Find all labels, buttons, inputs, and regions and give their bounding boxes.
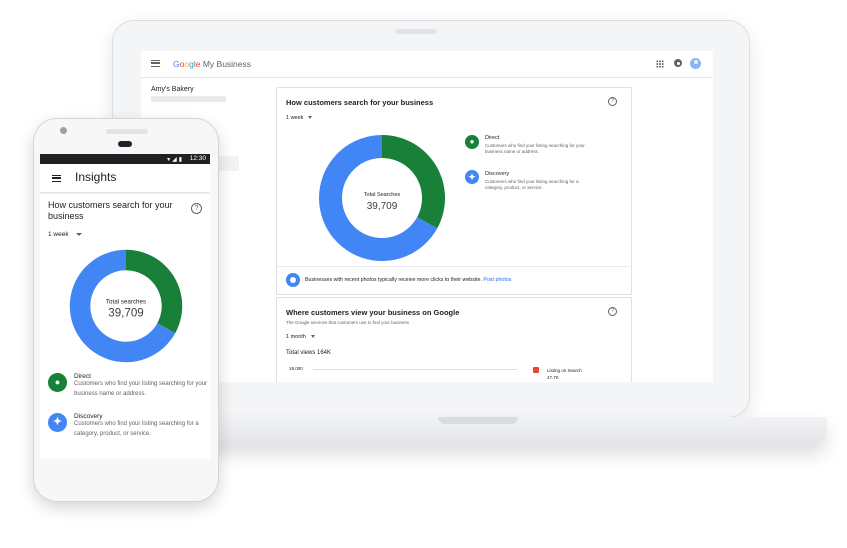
chevron-down-icon <box>310 335 315 339</box>
business-name: Amy's Bakery <box>151 86 194 93</box>
help-icon[interactable]: ? <box>608 97 617 106</box>
discover-icon: ✦ <box>465 170 479 184</box>
help-icon[interactable]: ? <box>191 203 202 214</box>
y-axis-tick: 18,000 <box>289 366 303 371</box>
card-subtitle: The Google services that customers use t… <box>286 320 410 325</box>
card-title: Where customers view your business on Go… <box>286 308 460 317</box>
phone-earpiece <box>118 141 132 147</box>
range-select[interactable]: 1 week <box>48 231 82 238</box>
phone-camera <box>60 127 67 134</box>
laptop-camera <box>395 29 437 34</box>
signal-wifi-battery-icons: ▾◢▮ <box>167 156 184 163</box>
laptop-base-notch <box>438 417 518 424</box>
search-donut-chart: Total Searches 39,709 <box>319 135 445 261</box>
range-value: 1 week <box>286 115 304 121</box>
donut-center-value: 39,709 <box>367 201 398 212</box>
phone-speaker <box>106 129 148 134</box>
gridline <box>313 369 517 370</box>
apps-icon[interactable] <box>656 60 664 68</box>
photo-tip: Businesses with recent photos typically … <box>305 277 511 283</box>
donut-center-label: Total searches <box>106 298 146 305</box>
menu-icon[interactable] <box>52 175 61 182</box>
series-checkbox[interactable] <box>533 367 539 373</box>
range-value: 1 week <box>48 231 69 238</box>
mobile-screen: ▾◢▮ 12:30 Insights How customers search … <box>40 154 210 459</box>
desktop-screen: Google My Business Amy's Bakery How cust… <box>141 51 713 382</box>
range-value: 1 month <box>286 334 306 340</box>
google-my-business-logo[interactable]: Google My Business <box>173 59 251 69</box>
legend-desc-direct: Customers who find your listing searchin… <box>485 143 585 154</box>
legend-title-discovery: Discovery <box>485 171 510 177</box>
legend-title-direct: Direct <box>485 135 500 141</box>
photo-tip-text: Businesses with recent photos typically … <box>305 277 482 283</box>
chevron-down-icon <box>75 232 82 236</box>
legend-desc-discovery: Customers who find your listing searchin… <box>74 421 199 437</box>
top-app-bar: Google My Business <box>141 51 713 78</box>
legend-title-direct: Direct <box>74 373 91 380</box>
location-pin-icon: ● <box>465 135 479 149</box>
menu-icon[interactable] <box>151 60 160 67</box>
app-title: Insights <box>75 170 117 184</box>
help-icon[interactable]: ? <box>608 307 617 316</box>
legend-desc-discovery: Customers who find your listing searchin… <box>485 179 579 190</box>
search-insights-card: How customers search for your business ?… <box>276 87 632 295</box>
legend-label: Listing on Search <box>547 368 582 373</box>
mobile-donut-chart: Total searches 39,709 <box>69 249 183 363</box>
range-select[interactable]: 1 week <box>286 115 313 121</box>
camera-icon <box>286 273 300 287</box>
chevron-down-icon <box>308 116 313 120</box>
donut-center-value: 39,709 <box>108 307 143 320</box>
account-avatar[interactable] <box>690 58 701 69</box>
mobile-app-bar: Insights <box>40 164 210 193</box>
card-title: How customers search for your business <box>48 200 173 221</box>
discover-icon: ✦ <box>48 413 67 432</box>
legend-desc-direct: Customers who find your listing searchin… <box>74 381 208 397</box>
donut-slice-direct <box>382 135 445 229</box>
status-time: 12:30 <box>189 155 206 162</box>
photo-tip-bar: Businesses with recent photos typically … <box>276 266 630 293</box>
views-insights-card: Where customers view your business on Go… <box>276 297 632 382</box>
range-select[interactable]: 1 month <box>286 334 315 340</box>
donut-center-label: Total Searches <box>364 192 401 198</box>
location-pin-icon: ● <box>48 373 67 392</box>
total-views: Total views 164K <box>286 350 332 356</box>
legend-title-discovery: Discovery <box>74 413 103 420</box>
card-title: How customers search for your business <box>286 98 434 107</box>
legend-value: 47.7K <box>547 375 559 380</box>
product-name: My Business <box>202 59 252 69</box>
business-address-placeholder <box>151 96 226 102</box>
notifications-icon[interactable] <box>674 59 682 67</box>
status-bar: ▾◢▮ 12:30 <box>40 154 210 164</box>
post-photos-link[interactable]: Post photos <box>483 277 511 283</box>
donut-slice-direct <box>126 249 183 334</box>
